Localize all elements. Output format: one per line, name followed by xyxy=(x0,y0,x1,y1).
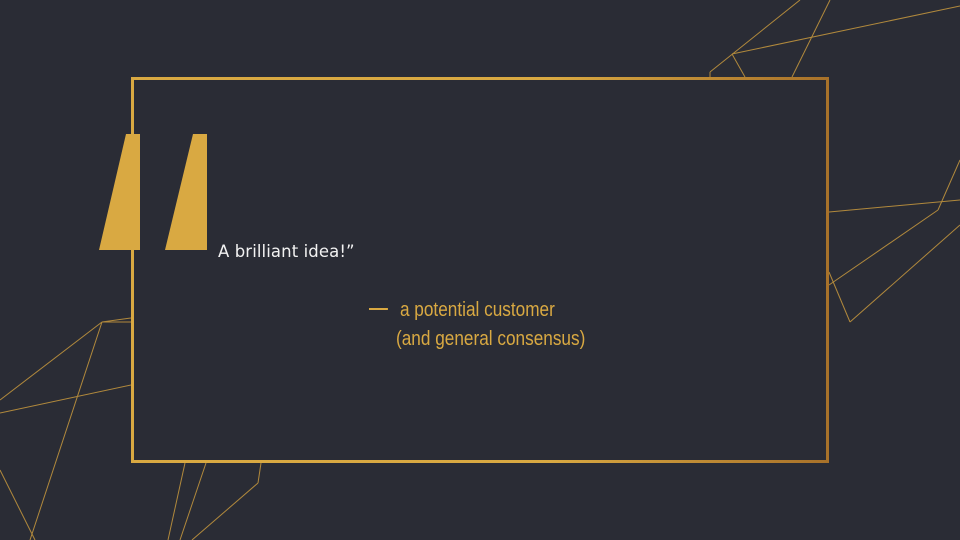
attribution-source: a potential customer xyxy=(399,299,555,321)
em-dash-icon xyxy=(369,307,388,310)
quote-slide: A brilliant idea!” a potential customer … xyxy=(0,0,960,540)
opening-quote-icon xyxy=(99,134,207,250)
attribution-line-2: (and general consensus) xyxy=(396,328,586,350)
attribution-line-1: a potential customer xyxy=(369,299,555,322)
quote-text: A brilliant idea!” xyxy=(218,242,355,261)
quote-frame xyxy=(131,77,829,463)
